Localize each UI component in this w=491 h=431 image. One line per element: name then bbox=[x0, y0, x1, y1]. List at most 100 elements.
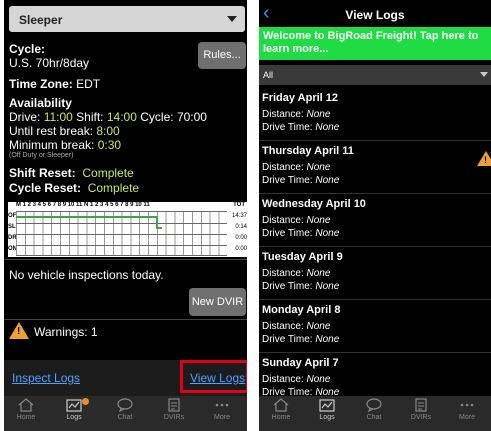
page-title: View Logs bbox=[345, 8, 405, 22]
chevron-down-icon bbox=[227, 16, 237, 22]
tab-logs-label: Logs bbox=[319, 414, 335, 421]
shift-reset-label: Shift Reset: bbox=[9, 166, 76, 180]
log-distance: Distance: None bbox=[262, 215, 331, 226]
log-grid-header: M 1 2 3 4 5 6 7 8 9 10 11 N 1 2 3 4 5 6 … bbox=[8, 202, 247, 211]
inspections-text: No vehicle inspections today. bbox=[9, 268, 164, 282]
log-day: Monday April 8 bbox=[262, 304, 341, 316]
shift-value: 14:00 bbox=[106, 110, 137, 124]
log-grid[interactable]: M 1 2 3 4 5 6 7 8 9 10 11 N 1 2 3 4 5 6 … bbox=[8, 202, 247, 257]
duty-status-dropdown[interactable]: Sleeper bbox=[9, 6, 245, 32]
availability-heading: Availability bbox=[9, 96, 72, 110]
log-day: Wednesday April 10 bbox=[262, 198, 366, 210]
availability-hours: Drive: 11:00 Shift: 14:00 Cycle: 70:00 bbox=[9, 110, 207, 124]
more-icon bbox=[460, 403, 474, 407]
tab-chat[interactable]: Chat bbox=[352, 398, 396, 429]
minimum-break-note: (Off Duty or Sleeper) bbox=[9, 152, 74, 159]
home-icon bbox=[18, 398, 34, 412]
tab-more[interactable]: More bbox=[445, 398, 489, 429]
log-item[interactable]: Friday April 12 Distance: None Drive Tim… bbox=[259, 88, 491, 141]
new-dvir-button[interactable]: New DVIR bbox=[189, 288, 246, 316]
logs-icon bbox=[319, 399, 335, 412]
logs-badge bbox=[82, 398, 89, 405]
more-icon bbox=[215, 403, 229, 407]
log-distance: Distance: None bbox=[262, 268, 331, 279]
welcome-banner[interactable]: Welcome to BigRoad Freight! Tap here to … bbox=[259, 27, 491, 60]
tab-more-label: More bbox=[214, 414, 230, 421]
chat-icon bbox=[117, 398, 133, 412]
log-item[interactable]: Thursday April 11 Distance: None Drive T… bbox=[259, 141, 491, 194]
view-logs-screen: ‹ View Logs Welcome to BigRoad Freight! … bbox=[259, 0, 491, 431]
tab-logs[interactable]: Logs bbox=[305, 398, 349, 429]
time-zone-label: Time Zone: bbox=[9, 77, 73, 91]
cycle-reset-value: Complete bbox=[87, 181, 140, 195]
log-distance: Distance: None bbox=[262, 321, 331, 332]
log-day: Tuesday April 9 bbox=[262, 251, 343, 263]
log-item[interactable]: Wednesday April 10 Distance: None Drive … bbox=[259, 194, 491, 247]
row-total-off: 14:37 bbox=[231, 213, 247, 219]
tab-home[interactable]: Home bbox=[4, 398, 48, 429]
row-total-driving: 0:00 bbox=[235, 235, 247, 241]
cycle-avail-value: 70:00 bbox=[176, 110, 207, 124]
drive-value: 11:00 bbox=[43, 110, 73, 124]
tab-home-label: Home bbox=[16, 414, 36, 421]
rest-break-value: 8:00 bbox=[96, 124, 120, 138]
log-grid-hours: M 1 2 3 4 5 6 7 8 9 10 11 N 1 2 3 4 5 6 … bbox=[16, 202, 150, 208]
log-drive-time: Drive Time: None bbox=[262, 281, 340, 292]
tab-bar: Home Logs Chat DVIRs More bbox=[4, 396, 247, 431]
row-total-sleeper: 0:14 bbox=[235, 224, 247, 230]
log-item[interactable]: Tuesday April 9 Distance: None Drive Tim… bbox=[259, 247, 491, 300]
chat-icon bbox=[366, 398, 382, 412]
time-zone-value: EDT bbox=[76, 77, 101, 91]
log-item[interactable]: Monday April 8 Distance: None Drive Time… bbox=[259, 300, 491, 353]
minimum-break-value: 0:30 bbox=[97, 138, 122, 152]
cycle-label: Cycle: bbox=[9, 42, 46, 56]
cycle-reset: Cycle Reset: Complete bbox=[9, 181, 139, 195]
dashboard-screen: Sleeper Cycle: U.S. 70hr/8day Rules... T… bbox=[4, 0, 247, 431]
rest-break-label: Until rest break: bbox=[9, 124, 94, 138]
divider bbox=[4, 319, 247, 320]
cycle-avail-label: Cycle: bbox=[140, 110, 174, 124]
clipboard-icon bbox=[415, 398, 427, 412]
tab-home-label: Home bbox=[271, 414, 291, 421]
tab-bar: Home Logs Chat DVIRs More bbox=[259, 396, 491, 431]
rules-button[interactable]: Rules... bbox=[198, 42, 246, 69]
log-distance: Distance: None bbox=[262, 162, 331, 173]
tab-dvirs-label: DVIRs bbox=[163, 414, 185, 421]
shift-label: Shift: bbox=[76, 110, 104, 124]
cycle-reset-label: Cycle Reset: bbox=[9, 181, 82, 195]
duty-status-value: Sleeper bbox=[19, 13, 63, 27]
tab-logs-label: Logs bbox=[66, 414, 82, 421]
nav-bar: ‹ View Logs bbox=[259, 0, 491, 27]
log-drive-time: Drive Time: None bbox=[262, 122, 340, 133]
tab-dvirs[interactable]: DVIRs bbox=[152, 398, 196, 429]
drive-label: Drive: bbox=[9, 110, 41, 124]
warning-icon bbox=[477, 151, 491, 166]
time-zone: Time Zone: EDT bbox=[9, 77, 100, 91]
tab-chat-label: Chat bbox=[117, 414, 133, 421]
shift-reset-value: Complete bbox=[82, 166, 134, 180]
home-icon bbox=[273, 398, 289, 412]
warnings-text[interactable]: Warnings: 1 bbox=[34, 325, 98, 339]
log-drive-time: Drive Time: None bbox=[262, 175, 340, 186]
duty-line-sleeper bbox=[156, 227, 162, 229]
log-day: Thursday April 11 bbox=[262, 145, 354, 157]
tab-dvirs-label: DVIRs bbox=[410, 414, 432, 421]
log-distance: Distance: None bbox=[262, 374, 331, 385]
highlight-box bbox=[180, 360, 247, 393]
log-drive-time: Drive Time: None bbox=[262, 334, 340, 345]
inspect-logs-link[interactable]: Inspect Logs bbox=[12, 371, 80, 385]
tab-dvirs[interactable]: DVIRs bbox=[399, 398, 443, 429]
duty-line-off bbox=[16, 216, 157, 218]
log-grid-rows bbox=[16, 211, 227, 256]
log-filter-dropdown[interactable]: All bbox=[259, 65, 491, 85]
tab-more[interactable]: More bbox=[200, 398, 244, 429]
shift-reset: Shift Reset: Complete bbox=[9, 166, 134, 180]
tab-logs[interactable]: Logs bbox=[52, 398, 96, 429]
rest-break: Until rest break: 8:00 bbox=[9, 124, 120, 138]
log-day: Friday April 12 bbox=[262, 92, 339, 104]
warning-icon bbox=[9, 322, 29, 339]
tab-chat[interactable]: Chat bbox=[103, 398, 147, 429]
tab-home[interactable]: Home bbox=[259, 398, 303, 429]
log-distance: Distance: None bbox=[262, 109, 331, 120]
logs-icon bbox=[66, 399, 82, 412]
